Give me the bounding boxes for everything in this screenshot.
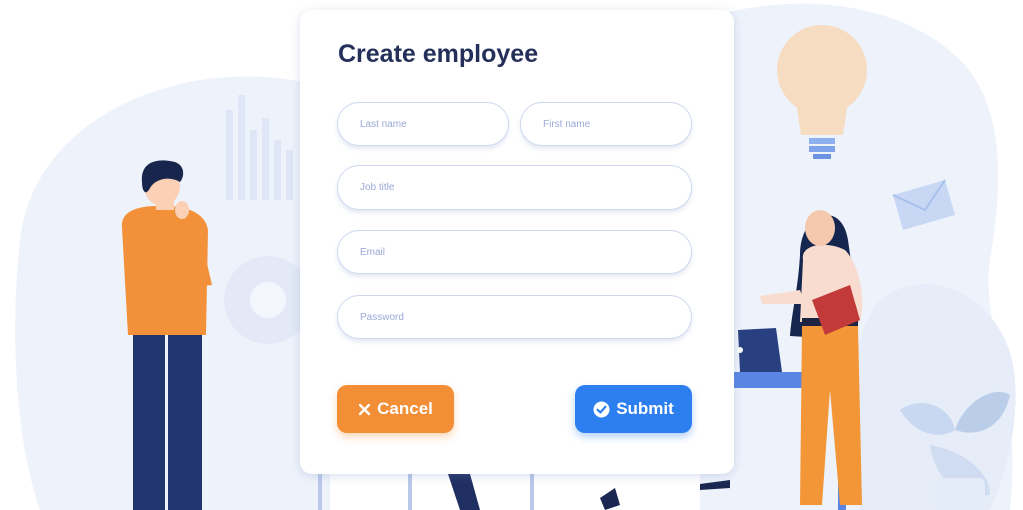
cancel-button[interactable]: Cancel: [337, 385, 454, 433]
last-name-input[interactable]: [337, 102, 509, 146]
email-input[interactable]: [337, 230, 692, 274]
job-title-input[interactable]: [337, 165, 692, 210]
form-title: Create employee: [338, 40, 539, 68]
close-icon: [358, 403, 371, 416]
first-name-input[interactable]: [520, 102, 692, 146]
create-employee-form: Create employee Cancel Submit: [300, 10, 734, 474]
submit-button-label: Submit: [616, 399, 674, 418]
chair-illustration: [318, 470, 534, 510]
scene: Create employee Cancel Submit: [0, 0, 1023, 510]
submit-button[interactable]: Submit: [575, 385, 692, 433]
background-gear-icon: [224, 256, 312, 344]
password-input[interactable]: [337, 295, 692, 339]
check-circle-icon: [593, 401, 610, 418]
cancel-button-label: Cancel: [377, 399, 433, 418]
